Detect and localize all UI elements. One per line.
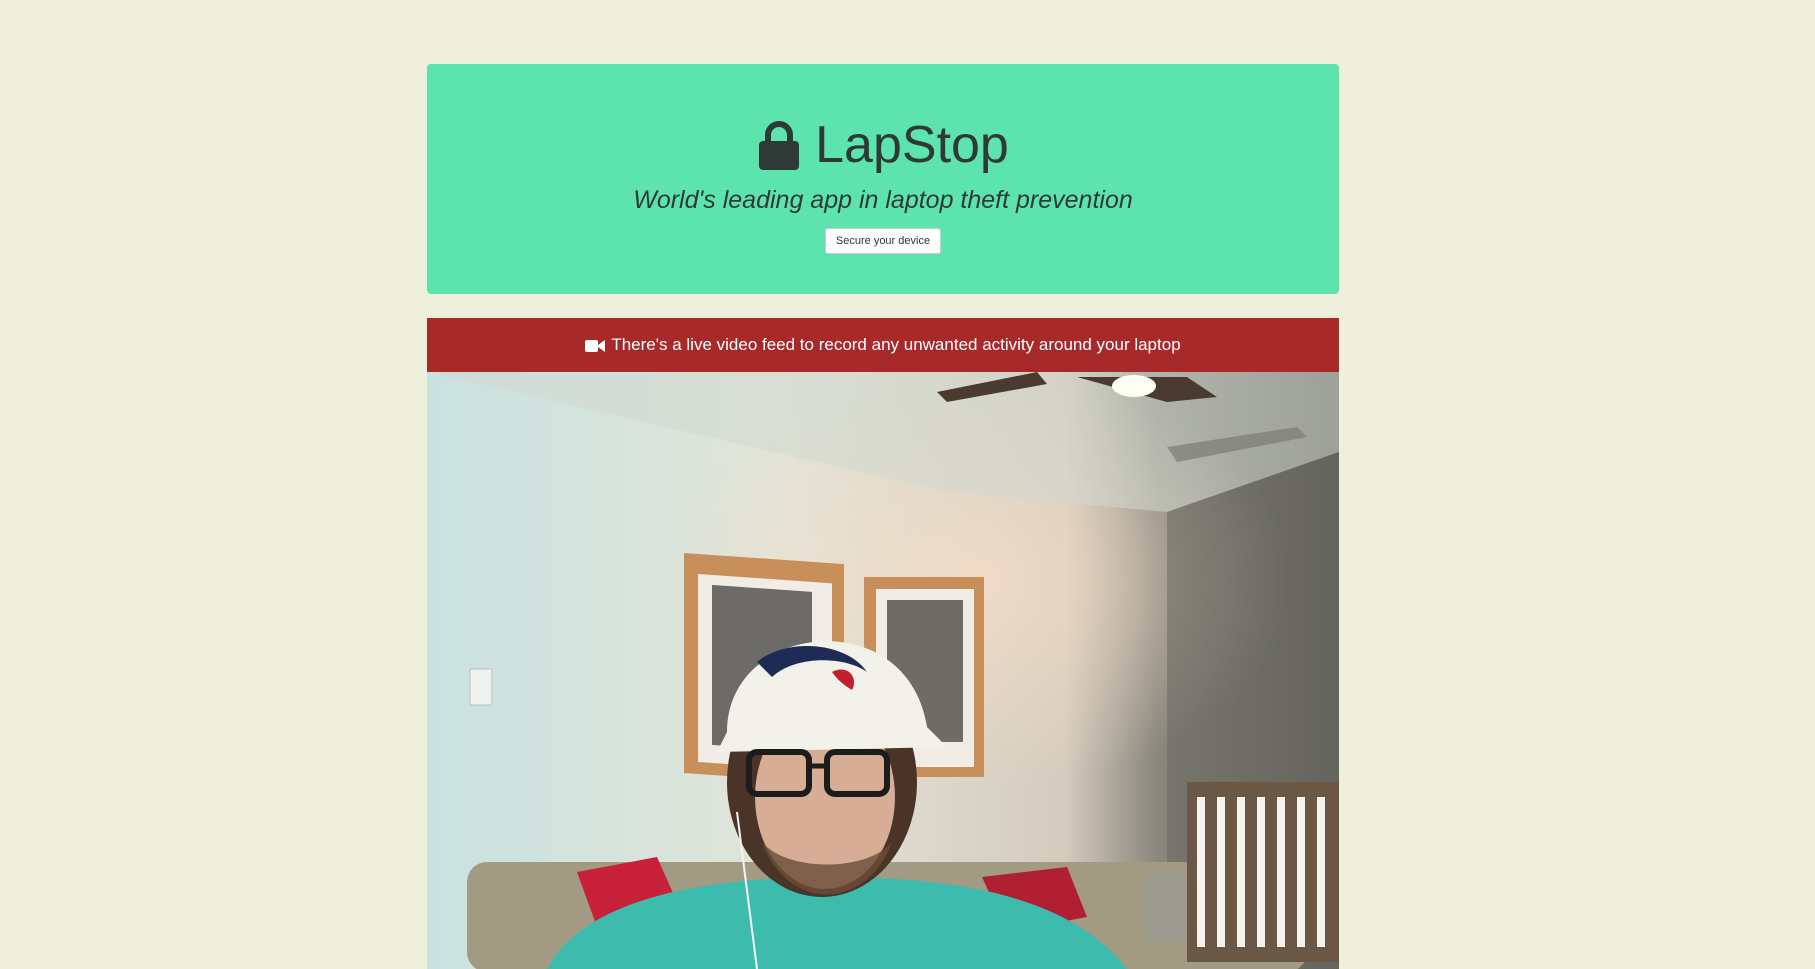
page-title: LapStop xyxy=(427,116,1339,174)
app-name: LapStop xyxy=(815,116,1009,174)
video-feed-banner: There's a live video feed to record any … xyxy=(427,318,1339,372)
tagline: World's leading app in laptop theft prev… xyxy=(633,186,1133,214)
video-camera-icon xyxy=(585,338,606,352)
video-frame xyxy=(427,372,1339,969)
main-container: LapStop World's leading app in laptop th… xyxy=(427,64,1339,969)
lock-icon xyxy=(757,120,801,170)
video-feed-panel: There's a live video feed to record any … xyxy=(427,318,1339,969)
secure-device-button[interactable]: Secure your device xyxy=(824,228,942,254)
live-video-feed xyxy=(427,372,1339,969)
video-feed-banner-text: There's a live video feed to record any … xyxy=(611,335,1181,354)
hero-jumbotron: LapStop World's leading app in laptop th… xyxy=(427,64,1339,294)
